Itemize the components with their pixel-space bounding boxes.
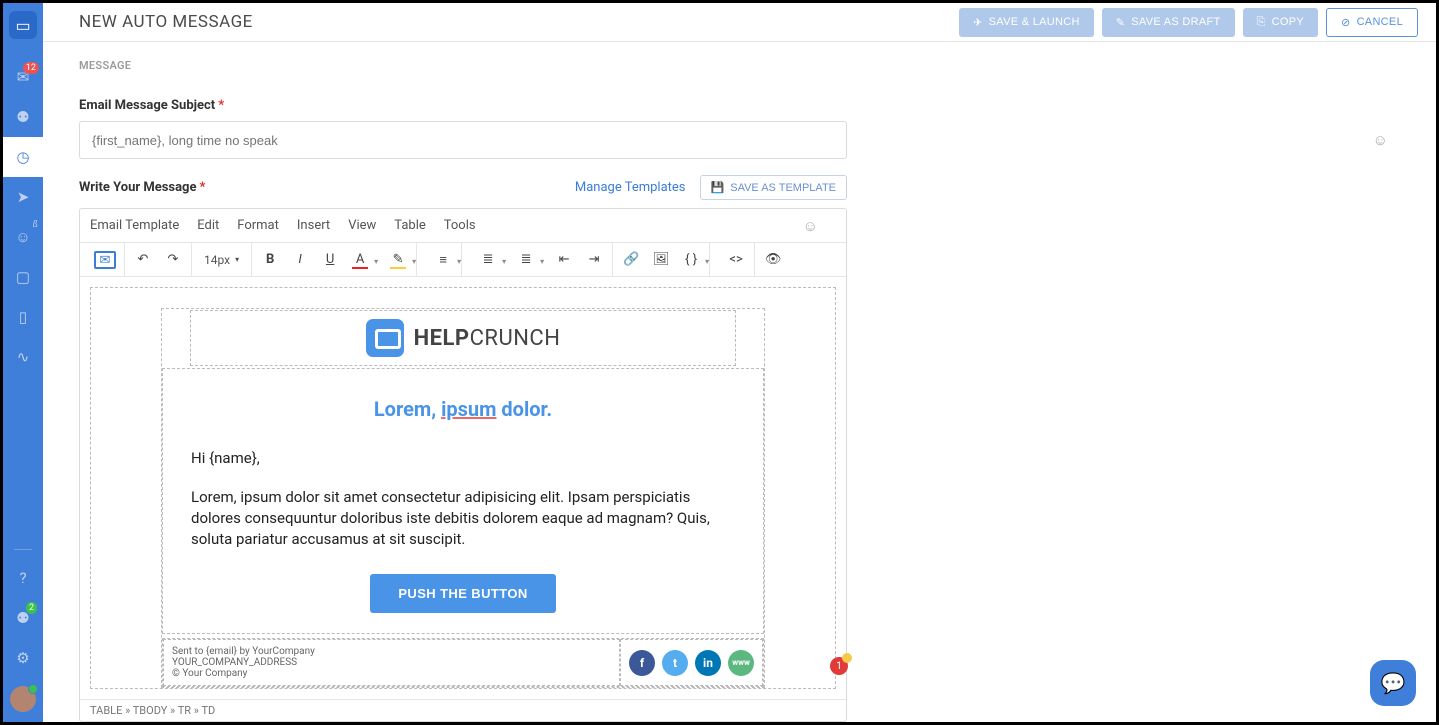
editor-menubar: Email Template Edit Format Insert View T…: [80, 209, 846, 243]
menu-view[interactable]: View: [348, 218, 376, 233]
main-panel: NEW AUTO MESSAGE ✈SAVE & LAUNCH ✎SAVE AS…: [43, 3, 1436, 722]
save-icon: 💾: [711, 181, 725, 194]
underline-button[interactable]: U: [320, 252, 340, 267]
message-label: Write Your Message*: [79, 180, 205, 195]
send-icon: ✈: [973, 16, 983, 29]
facebook-icon[interactable]: f: [629, 650, 655, 676]
helpcrunch-logo-icon: [366, 319, 404, 357]
mail-icon[interactable]: ✉: [94, 251, 116, 269]
bold-button[interactable]: B: [260, 252, 280, 267]
email-paragraph[interactable]: Lorem, ipsum dolor sit amet consectetur …: [191, 487, 735, 550]
email-header[interactable]: HELPCRUNCH: [190, 310, 736, 366]
nav-send[interactable]: ➤: [3, 177, 43, 217]
footer-sent-to: Sent to {email} by YourCompany: [172, 646, 611, 657]
inbox-badge: 12: [23, 62, 39, 74]
bullet-list-button[interactable]: ≣▾: [478, 252, 498, 267]
manage-templates-link[interactable]: Manage Templates: [575, 180, 686, 195]
outdent-button[interactable]: ⇤: [554, 252, 574, 267]
preview-button[interactable]: 👁: [763, 252, 783, 267]
email-headline[interactable]: Lorem, ipsum dolor.: [191, 397, 735, 421]
page-header: NEW AUTO MESSAGE ✈SAVE & LAUNCH ✎SAVE AS…: [43, 3, 1436, 42]
save-as-template-button[interactable]: 💾SAVE AS TEMPLATE: [700, 175, 847, 200]
cancel-icon: ⊘: [1341, 16, 1351, 29]
font-size-select[interactable]: 14px▾: [200, 253, 243, 267]
menu-edit[interactable]: Edit: [197, 218, 219, 233]
nav-inbox[interactable]: ✉12: [3, 57, 43, 97]
link-button[interactable]: 🔗: [621, 252, 641, 267]
nav-auto-messages[interactable]: ◷: [3, 137, 43, 177]
nav-help[interactable]: ?: [3, 558, 43, 598]
emoji-icon[interactable]: ☺: [1373, 131, 1388, 149]
chat-widget-button[interactable]: 💬: [1370, 660, 1416, 706]
editor-breadcrumb[interactable]: TABLE » TBODY » TR » TD: [80, 699, 846, 721]
copy-icon: ⎘: [1257, 16, 1266, 29]
cancel-button[interactable]: ⊘CANCEL: [1326, 8, 1418, 37]
menu-table[interactable]: Table: [394, 218, 425, 233]
code-button[interactable]: <>: [726, 252, 746, 267]
align-button[interactable]: ≡▾: [433, 252, 453, 268]
invite-badge: 2: [26, 602, 37, 614]
pencil-icon: ✎: [1116, 16, 1126, 29]
highlight-button[interactable]: ✎▾: [388, 252, 408, 267]
subject-label: Email Message Subject*: [79, 98, 1400, 113]
nav-settings[interactable]: ⚙: [3, 638, 43, 678]
email-body[interactable]: Lorem, ipsum dolor. Hi {name}, Lorem, ip…: [162, 368, 764, 634]
indent-button[interactable]: ⇥: [584, 252, 604, 267]
footer-copyright: © Your Company: [172, 668, 611, 679]
nav-knowledge[interactable]: ▯: [3, 297, 43, 337]
app-logo: ▭: [9, 11, 37, 39]
nav-reports[interactable]: ∿: [3, 337, 43, 377]
twitter-icon[interactable]: t: [662, 650, 688, 676]
website-icon[interactable]: www: [728, 650, 754, 676]
email-greeting[interactable]: Hi {name},: [191, 449, 735, 467]
notification-badge[interactable]: 1: [830, 657, 848, 675]
nav-widget[interactable]: ▢: [3, 257, 43, 297]
variable-button[interactable]: { }▾: [681, 252, 701, 267]
left-sidebar: ▭ ✉12 ⚉ ◷ ➤ ☺ß ▢ ▯ ∿ ? ⚉2 ⚙: [3, 3, 43, 722]
email-cta-button[interactable]: PUSH THE BUTTON: [370, 574, 555, 613]
subject-input[interactable]: [79, 121, 847, 159]
redo-button[interactable]: ↷: [163, 252, 183, 267]
emoji-icon[interactable]: ☺: [803, 217, 818, 235]
copy-button[interactable]: ⎘COPY: [1243, 8, 1318, 37]
editor: Email Template Edit Format Insert View T…: [79, 208, 847, 722]
menu-format[interactable]: Format: [237, 218, 279, 233]
nav-bot[interactable]: ☺ß: [3, 217, 43, 257]
number-list-button[interactable]: ≣▾: [516, 252, 536, 267]
page-title: NEW AUTO MESSAGE: [79, 12, 253, 32]
editor-canvas[interactable]: HELPCRUNCH Lorem, ipsum dolor. Hi {name}…: [80, 277, 846, 699]
email-footer[interactable]: Sent to {email} by YourCompany YOUR_COMP…: [162, 638, 764, 687]
user-avatar[interactable]: [10, 686, 36, 712]
nav-invite[interactable]: ⚉2: [3, 598, 43, 638]
menu-tools[interactable]: Tools: [444, 218, 476, 233]
linkedin-icon[interactable]: in: [695, 650, 721, 676]
italic-button[interactable]: I: [290, 252, 310, 267]
section-label-message: MESSAGE: [43, 42, 1436, 72]
menu-insert[interactable]: Insert: [297, 218, 330, 233]
editor-toolbar: ✉ ↶ ↷ 14px▾ B I U A▾ ✎▾ ≡▾: [80, 243, 846, 277]
save-draft-button[interactable]: ✎SAVE AS DRAFT: [1102, 8, 1235, 37]
helpcrunch-logo-text: HELPCRUNCH: [414, 326, 561, 351]
nav-contacts[interactable]: ⚉: [3, 97, 43, 137]
save-launch-button[interactable]: ✈SAVE & LAUNCH: [959, 8, 1094, 37]
image-button[interactable]: 🖼: [651, 252, 671, 267]
footer-address: YOUR_COMPANY_ADDRESS: [172, 657, 611, 668]
undo-button[interactable]: ↶: [133, 252, 153, 267]
text-color-button[interactable]: A▾: [350, 252, 370, 267]
menu-email-template[interactable]: Email Template: [90, 218, 179, 233]
